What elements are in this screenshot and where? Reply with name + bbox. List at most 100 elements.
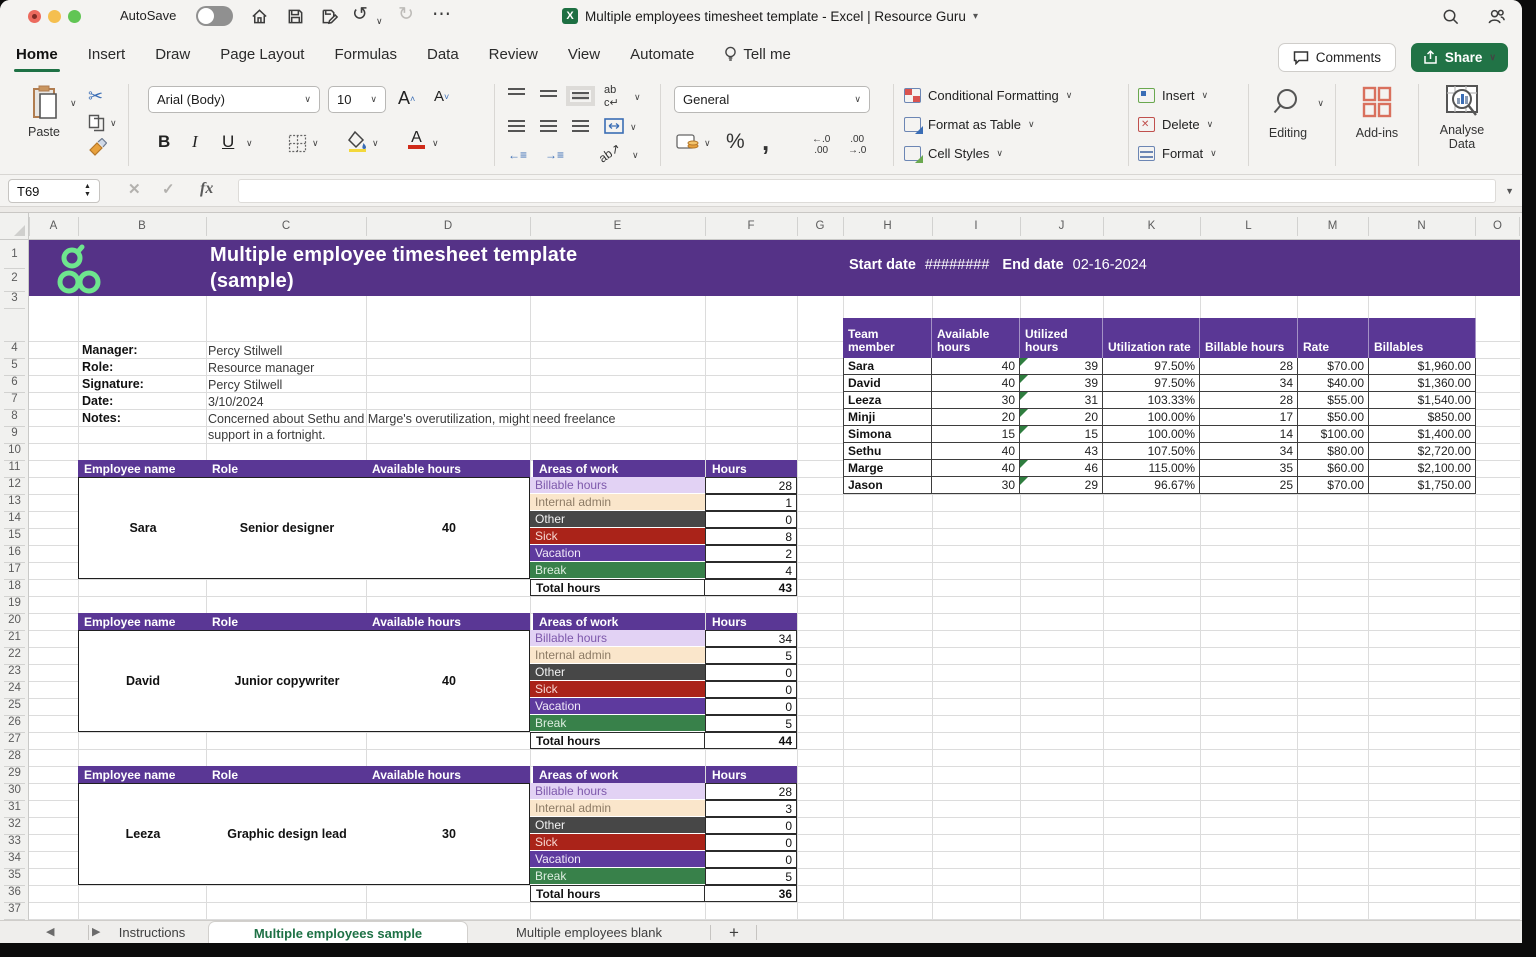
cell[interactable]: 40 [932,375,1020,392]
comments-button[interactable]: Comments [1278,43,1396,72]
row-header[interactable]: 6 [0,376,29,392]
cell[interactable]: 15 [932,426,1020,443]
align-right-icon[interactable] [572,120,589,133]
cell[interactable]: Sethu [843,443,932,460]
emp-col-header[interactable]: Hours [706,766,797,783]
cell[interactable]: 20 [1020,409,1103,426]
cell[interactable]: $1,360.00 [1369,375,1476,392]
cell[interactable]: $60.00 [1298,460,1369,477]
row-header[interactable]: 13 [0,495,29,511]
tab-draw[interactable]: Draw [155,32,190,76]
employee-info-cell[interactable]: Leeza Graphic design lead 30 [78,783,530,885]
accounting-format-icon[interactable] [676,132,700,152]
area-hours-cell[interactable]: 34 [705,630,797,647]
area-label-cell[interactable]: Vacation [530,851,705,868]
area-hours-cell[interactable]: 4 [705,562,797,579]
cell[interactable]: Marge [843,460,932,477]
cell[interactable]: $2,720.00 [1369,443,1476,460]
emp-col-header[interactable]: Available hours [366,613,530,630]
close-button[interactable] [28,10,41,23]
align-left-icon[interactable] [508,120,525,133]
italic-button[interactable]: I [192,132,198,152]
area-label-cell[interactable]: Other [530,511,705,528]
summary-col-header[interactable]: Billable hours [1200,318,1298,358]
cell[interactable]: 100.00% [1103,426,1200,443]
column-header[interactable]: A [29,213,78,239]
cell[interactable]: Sara [843,358,932,375]
row-header[interactable]: 1 [0,248,29,264]
sheet-tab-multiple-employees-sample[interactable]: Multiple employees sample [208,921,468,943]
cell[interactable]: 100.00% [1103,409,1200,426]
date-range[interactable]: Start date ######## End date 02-16-2024 [849,257,1147,273]
cell[interactable]: Leeza [843,392,932,409]
column-header[interactable]: J [1020,213,1103,239]
format-painter-icon[interactable] [88,138,107,157]
total-hours-label[interactable]: Total hours [530,732,705,749]
cell[interactable]: Jason [843,477,932,494]
cell[interactable]: 28 [1200,392,1298,409]
select-all-corner[interactable] [0,213,29,240]
borders-chevron-icon[interactable]: ∨ [312,138,319,149]
cell[interactable]: 46 [1020,460,1103,477]
area-label-cell[interactable]: Sick [530,834,705,851]
column-header[interactable]: K [1103,213,1200,239]
area-hours-cell[interactable]: 5 [705,868,797,885]
cell[interactable]: 97.50% [1103,375,1200,392]
cell[interactable]: 40 [932,443,1020,460]
editing-button[interactable]: ∨ Editing [1256,86,1320,140]
area-label-cell[interactable]: Other [530,817,705,834]
undo-chevron-icon[interactable]: ∨ [376,9,383,33]
row-header[interactable]: 21 [0,631,29,647]
area-label-cell[interactable]: Billable hours [530,630,705,647]
summary-col-header[interactable]: Utilized hours [1020,318,1103,358]
cell[interactable]: 43 [1020,443,1103,460]
area-hours-cell[interactable]: 0 [705,851,797,868]
confirm-entry-icon[interactable]: ✓ [162,180,175,198]
total-hours-label[interactable]: Total hours [530,579,705,596]
column-header[interactable]: O [1475,213,1520,239]
cell[interactable]: Minji [843,409,932,426]
cell[interactable]: $2,100.00 [1369,460,1476,477]
column-header[interactable]: N [1368,213,1475,239]
orientation-chevron-icon[interactable]: ∨ [632,150,639,161]
area-label-cell[interactable]: Internal admin [530,800,705,817]
area-hours-cell[interactable]: 3 [705,800,797,817]
copy-icon[interactable] [88,114,105,132]
cell[interactable]: $80.00 [1298,443,1369,460]
column-header[interactable]: E [530,213,705,239]
font-color-chevron-icon[interactable]: ∨ [432,138,439,149]
emp-col-header[interactable]: Available hours [366,766,530,783]
fill-color-chevron-icon[interactable]: ∨ [372,138,379,149]
comma-icon[interactable]: , [762,126,769,157]
emp-col-header[interactable]: Employee name [78,460,206,477]
align-middle-icon[interactable] [540,90,557,98]
emp-col-header[interactable]: Areas of work [533,460,705,477]
column-header[interactable]: I [932,213,1020,239]
row-header[interactable]: 3 [0,292,29,308]
total-hours-value[interactable]: 36 [705,885,797,902]
save-icon[interactable] [286,7,305,26]
summary-col-header[interactable]: Utilization rate [1103,318,1200,358]
emp-col-header[interactable]: Role [206,766,366,783]
align-bottom-icon[interactable] [572,92,589,100]
merge-center-icon[interactable] [604,118,624,134]
format-cells-button[interactable]: Format∨ [1138,146,1217,161]
percent-icon[interactable]: % [726,130,745,154]
autosave-toggle[interactable] [196,6,233,26]
area-hours-cell[interactable]: 2 [705,545,797,562]
area-hours-cell[interactable]: 5 [705,647,797,664]
column-header[interactable]: H [843,213,932,239]
row-header[interactable]: 30 [0,784,29,800]
area-label-cell[interactable]: Break [530,868,705,885]
cell[interactable]: 40 [932,358,1020,375]
area-label-cell[interactable]: Other [530,664,705,681]
emp-col-header[interactable]: Employee name [78,613,206,630]
wrap-text-icon[interactable]: abc↵ [604,84,619,109]
row-header[interactable]: 32 [0,818,29,834]
cell[interactable]: 103.33% [1103,392,1200,409]
cell[interactable]: $50.00 [1298,409,1369,426]
row-header[interactable]: 20 [0,614,29,630]
cut-icon[interactable]: ✂ [88,86,103,107]
fill-color-icon[interactable] [348,130,368,152]
area-label-cell[interactable]: Internal admin [530,647,705,664]
